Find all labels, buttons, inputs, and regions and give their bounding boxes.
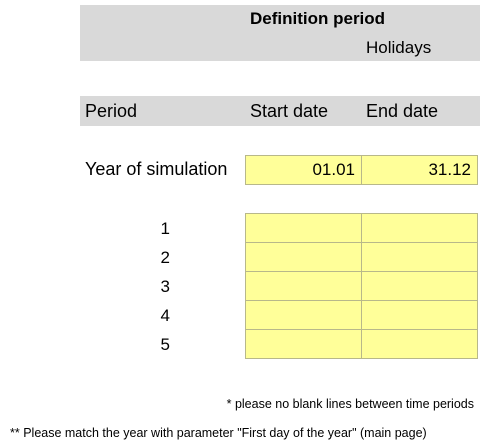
period-4-end-input[interactable] bbox=[362, 301, 477, 329]
period-2-end-cell[interactable] bbox=[361, 242, 478, 272]
note-no-blank-lines: * please no blank lines between time per… bbox=[226, 397, 474, 411]
year-end-input[interactable] bbox=[362, 156, 477, 184]
period-row-number: 3 bbox=[160, 277, 170, 296]
period-1-start-cell[interactable] bbox=[245, 213, 362, 243]
period-3-start-cell[interactable] bbox=[245, 271, 362, 301]
period-1-start-input[interactable] bbox=[246, 214, 361, 242]
year-of-simulation-label: Year of simulation bbox=[85, 159, 228, 179]
period-4-start-input[interactable] bbox=[246, 301, 361, 329]
period-3-start-input[interactable] bbox=[246, 272, 361, 300]
column-header-period: Period bbox=[85, 101, 138, 121]
period-2-start-cell[interactable] bbox=[245, 242, 362, 272]
period-2-end-input[interactable] bbox=[362, 243, 477, 271]
period-4-end-cell[interactable] bbox=[361, 300, 478, 330]
period-1-end-cell[interactable] bbox=[361, 213, 478, 243]
column-header-start-date: Start date bbox=[250, 101, 329, 121]
period-4-start-cell[interactable] bbox=[245, 300, 362, 330]
year-end-cell[interactable] bbox=[361, 155, 478, 185]
period-1-end-input[interactable] bbox=[362, 214, 477, 242]
period-2-start-input[interactable] bbox=[246, 243, 361, 271]
page-subtitle: Holidays bbox=[366, 38, 432, 57]
page-title: Definition period bbox=[250, 9, 386, 28]
period-5-start-cell[interactable] bbox=[245, 329, 362, 359]
period-row-number: 4 bbox=[160, 306, 170, 325]
period-5-start-input[interactable] bbox=[246, 330, 361, 358]
year-start-cell[interactable] bbox=[245, 155, 362, 185]
period-3-end-input[interactable] bbox=[362, 272, 477, 300]
year-start-input[interactable] bbox=[246, 156, 361, 184]
period-row-number: 1 bbox=[160, 219, 170, 238]
period-row-number: 5 bbox=[160, 335, 170, 354]
period-5-end-input[interactable] bbox=[362, 330, 477, 358]
period-5-end-cell[interactable] bbox=[361, 329, 478, 359]
column-header-end-date: End date bbox=[366, 101, 439, 121]
period-3-end-cell[interactable] bbox=[361, 271, 478, 301]
period-row-number: 2 bbox=[160, 248, 170, 267]
note-match-year: ** Please match the year with parameter … bbox=[10, 426, 427, 440]
